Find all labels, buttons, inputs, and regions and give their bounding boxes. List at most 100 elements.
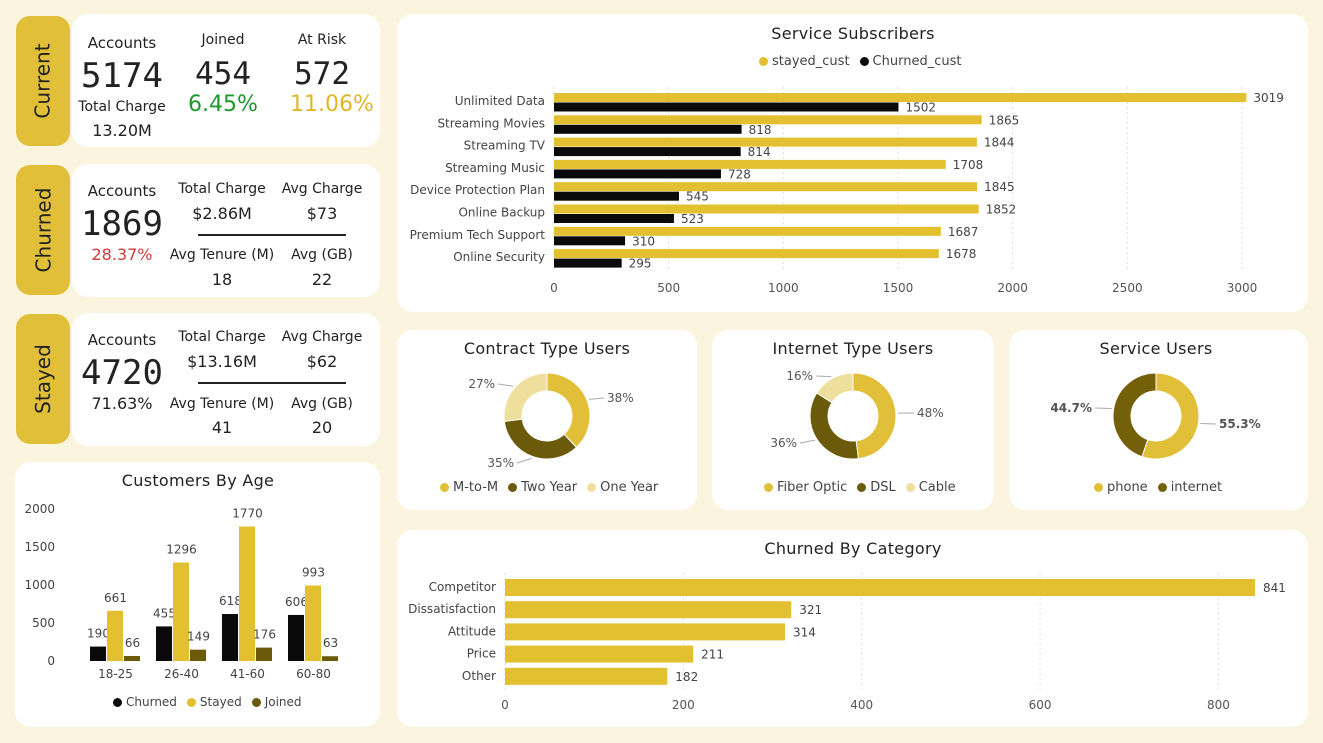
y-tick-label: 1500 [24, 540, 55, 554]
x-tick-label: 41-60 [230, 667, 265, 681]
contract-type-card: Contract Type Users 38% 35% 27% M-to-M Two … [397, 330, 697, 510]
x-tick-label: 0 [501, 698, 509, 712]
bar-churned [505, 667, 668, 685]
customers-by-age-legend-swatch [113, 697, 122, 707]
customers-by-age-chart: 0 500 1000 1500 2000 190 661 66 18-25 455 1296 149 2… [24, 502, 338, 681]
x-tick-label: 800 [1207, 698, 1230, 712]
current-joined-pct: 6.45% [188, 92, 258, 117]
data-label: 310 [632, 234, 655, 248]
slice-value-label: 16% [786, 369, 813, 383]
slice-value-label: 35% [487, 456, 514, 470]
customers-by-age-legend-item: Churned [113, 695, 177, 709]
data-label: 1770 [232, 506, 263, 520]
donut-3-legend-item: internet [1157, 480, 1223, 495]
data-label: 841 [1263, 581, 1286, 595]
churned-total-charge-value: $2.86M [192, 204, 252, 223]
bar-Churned_cust [554, 124, 742, 134]
data-label: 1852 [986, 203, 1017, 217]
category-label: Streaming Movies [437, 116, 545, 130]
data-label: 606 [285, 595, 308, 609]
service-subscribers-chart: 0 500 1000 1500 2000 2500 3000 Unlimited Data 30… [410, 87, 1284, 295]
x-tick-label: 60-80 [296, 667, 331, 681]
slice-value-label: 44.7% [1050, 401, 1092, 415]
leader-line [799, 439, 816, 444]
customers-by-age-legend-label: Stayed [199, 695, 242, 709]
stayed-accounts-value: 4720 [81, 353, 163, 393]
bar-stayed_cust [554, 226, 941, 236]
data-label: 545 [686, 190, 709, 204]
stayed-accounts-label: Accounts [87, 331, 157, 349]
data-label: 818 [749, 123, 772, 137]
bar-churned [505, 645, 694, 663]
bar-Churned_cust [554, 169, 721, 179]
churned-divider [198, 234, 346, 236]
x-tick-label: 0 [550, 281, 558, 295]
x-tick-label: 500 [657, 281, 680, 295]
current-joined-label: Joined [201, 32, 245, 48]
donut-1-legend-label: One Year [600, 480, 659, 495]
data-label: 63 [323, 636, 338, 650]
bar-Churned_cust [554, 236, 626, 246]
bar-stayed [305, 585, 321, 661]
current-tab: Current [16, 16, 70, 146]
data-label: 176 [253, 628, 276, 642]
current-accounts-value: 5174 [81, 56, 163, 96]
bar-joined [256, 647, 272, 661]
customers-by-age-legend-swatch [186, 697, 196, 707]
churned-total-charge-label: Total Charge [178, 181, 266, 197]
data-label: 728 [728, 167, 751, 181]
stayed-pct: 71.63% [91, 394, 153, 413]
x-tick-label: 1500 [883, 281, 914, 295]
customers-by-age-card: Customers By Age 0 500 1000 1500 2000 190 661 6… [15, 462, 380, 727]
churned-pct: 28.37% [91, 245, 153, 264]
leader-line [516, 457, 532, 464]
category-label: Attitude [448, 624, 496, 638]
donut-1-legend-swatch [587, 483, 597, 492]
bar-stayed [107, 610, 123, 661]
category-label: Premium Tech Support [410, 228, 546, 242]
donut-1-legend-item: M-to-M [440, 480, 498, 495]
bar-churned [505, 579, 1255, 596]
x-tick-label: 600 [1029, 698, 1052, 712]
donut-2-legend-label: DSL [870, 480, 896, 495]
stayed-avg-gb-value: 20 [311, 418, 333, 437]
bar-churned [505, 623, 786, 641]
data-label: 523 [681, 212, 704, 226]
churned-accounts-value: 1869 [81, 204, 163, 244]
customers-by-age-legend-item: Joined [251, 695, 302, 709]
current-tab-label: Current [31, 43, 55, 119]
data-label: 618 [219, 594, 242, 608]
donut-3-legend-swatch [1157, 483, 1167, 492]
category-label: Device Protection Plan [410, 183, 545, 197]
stayed-avg-tenure-value: 41 [211, 418, 233, 437]
churned-avg-charge-value: $73 [306, 204, 338, 223]
donut-1-legend-label: Two Year [521, 480, 578, 495]
donut-1-legend-swatch [440, 483, 449, 492]
current-total-charge-value: 13.20M [92, 121, 152, 140]
bar-churned [288, 614, 304, 661]
donut-2-legend-swatch [857, 483, 867, 492]
stayed-avg-charge-label: Avg Charge [281, 329, 363, 345]
service-users-card: Service Users 55.3% 44.7% phone internet [1009, 330, 1308, 510]
customers-by-age-legend-label: Joined [264, 695, 302, 709]
leader-line [588, 397, 605, 400]
current-joined-value: 454 [195, 56, 251, 92]
churned-by-category-card: Churned By Category 0 200 400 600 800 Competi… [397, 530, 1308, 727]
donut-3-legend-label: internet [1170, 480, 1223, 495]
churned-avg-charge-label: Avg Charge [281, 181, 363, 197]
donut-2-legend-swatch [905, 483, 915, 492]
donut-1-legend-item: One Year [587, 480, 658, 495]
data-label: 661 [104, 591, 127, 605]
bar-joined [190, 649, 206, 661]
customers-by-age-legend-swatch [251, 697, 261, 707]
data-label: 321 [799, 603, 822, 617]
current-total-charge-label: Total Charge [78, 99, 166, 115]
data-label: 3019 [1253, 91, 1284, 105]
donut-slice-dsl [809, 392, 859, 460]
bar-Churned_cust [554, 102, 899, 112]
stayed-tab-label: Stayed [31, 344, 56, 414]
y-tick-label: 2000 [24, 502, 55, 516]
bar-churned [222, 614, 238, 661]
stayed-avg-charge-value: $62 [306, 352, 338, 371]
donut-2-legend-item: Fiber Optic [764, 480, 847, 495]
